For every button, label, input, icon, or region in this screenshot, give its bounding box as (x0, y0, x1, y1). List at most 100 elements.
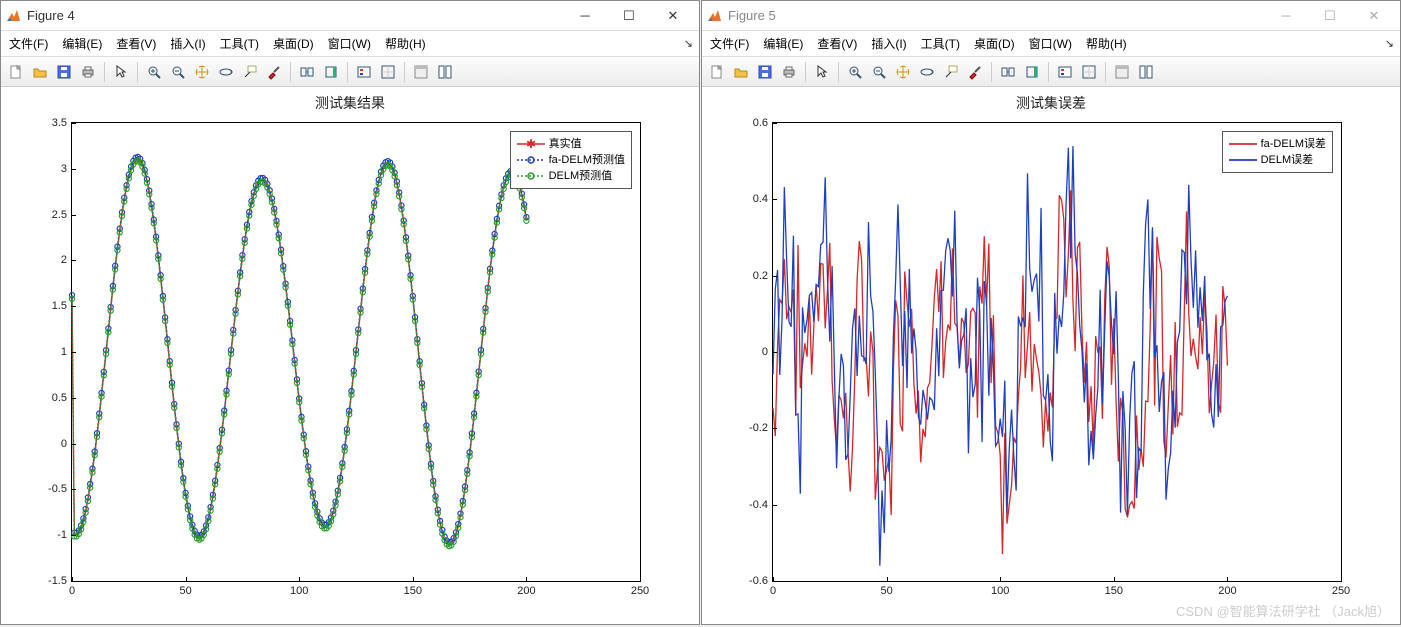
zoom-in-icon[interactable] (844, 61, 866, 83)
menu-item[interactable]: 编辑(E) (763, 35, 803, 52)
pan-icon[interactable] (892, 61, 914, 83)
save-icon[interactable] (53, 61, 75, 83)
toolbar-separator (1048, 62, 1049, 82)
colorbar-icon[interactable] (320, 61, 342, 83)
legend-label: 真实值 (549, 136, 582, 152)
brush-icon[interactable] (964, 61, 986, 83)
y-tick-label: -0.5 (48, 483, 72, 495)
toolbar-separator (1105, 62, 1106, 82)
menu-item[interactable]: 帮助(H) (385, 35, 426, 52)
print-icon[interactable] (778, 61, 800, 83)
menu-item[interactable]: 编辑(E) (62, 35, 102, 52)
menu-item[interactable]: 窗口(W) (328, 35, 371, 52)
legend-swatch (1229, 154, 1257, 166)
x-tick-label: 0 (770, 581, 776, 597)
x-tick-label: 50 (880, 581, 892, 597)
toolbar-separator (347, 62, 348, 82)
link-axes-icon[interactable] (296, 61, 318, 83)
dock-icon[interactable] (1111, 61, 1133, 83)
x-tick-label: 250 (631, 581, 649, 597)
legend-item[interactable]: fa-DELM预测值 (517, 152, 625, 168)
toolbar-separator (991, 62, 992, 82)
maximize-button[interactable]: ☐ (607, 2, 651, 30)
x-tick-label: 150 (1105, 581, 1123, 597)
y-tick-label: 0.4 (753, 193, 773, 205)
zoom-in-icon[interactable] (143, 61, 165, 83)
minimize-button[interactable]: ─ (1264, 2, 1308, 30)
pointer-icon[interactable] (811, 61, 833, 83)
x-tick-label: 0 (69, 581, 75, 597)
x-tick-label: 200 (1218, 581, 1236, 597)
menu-item[interactable]: 桌面(D) (974, 35, 1015, 52)
insert-legend-icon[interactable] (1054, 61, 1076, 83)
menu-item[interactable]: 文件(F) (710, 35, 749, 52)
menu-item[interactable]: 工具(T) (220, 35, 259, 52)
minimize-button[interactable]: ─ (563, 2, 607, 30)
open-folder-icon[interactable] (29, 61, 51, 83)
x-tick-label: 150 (404, 581, 422, 597)
open-folder-icon[interactable] (730, 61, 752, 83)
rotate-3d-icon[interactable] (215, 61, 237, 83)
menu-item[interactable]: 查看(V) (817, 35, 857, 52)
menu-item[interactable]: 插入(I) (170, 35, 205, 52)
menu-item[interactable]: 查看(V) (116, 35, 156, 52)
insert-legend-icon[interactable] (353, 61, 375, 83)
toggle-grid-icon[interactable] (1078, 61, 1100, 83)
new-file-icon[interactable] (5, 61, 27, 83)
menu-item[interactable]: 帮助(H) (1086, 35, 1127, 52)
figure-window-4: Figure 4 ─ ☐ ✕ 文件(F) 编辑(E) 查看(V) 插入(I) 工具(T)… (0, 0, 700, 625)
title-bar[interactable]: Figure 4 ─ ☐ ✕ (1, 1, 699, 31)
axes[interactable]: fa-DELM误差DELM误差 -0.6-0.4-0.200.20.40.605… (772, 122, 1342, 582)
axes[interactable]: ✱真实值fa-DELM预测值DELM预测值 -1.5-1-0.500.511.5… (71, 122, 641, 582)
window-buttons: ─ ☐ ✕ (563, 2, 695, 30)
rotate-3d-icon[interactable] (916, 61, 938, 83)
pointer-icon[interactable] (110, 61, 132, 83)
y-tick-label: 0.6 (753, 117, 773, 129)
menu-item[interactable]: 工具(T) (921, 35, 960, 52)
menu-item[interactable]: 窗口(W) (1029, 35, 1072, 52)
menu-item[interactable]: 文件(F) (9, 35, 48, 52)
zoom-out-icon[interactable] (868, 61, 890, 83)
legend-item[interactable]: ✱真实值 (517, 136, 625, 152)
toolbar-separator (104, 62, 105, 82)
legend[interactable]: ✱真实值fa-DELM预测值DELM预测值 (510, 131, 632, 189)
print-icon[interactable] (77, 61, 99, 83)
legend-item[interactable]: DELM预测值 (517, 168, 625, 184)
dock-icon[interactable] (410, 61, 432, 83)
legend-item[interactable]: DELM误差 (1229, 152, 1326, 168)
link-axes-icon[interactable] (997, 61, 1019, 83)
title-bar[interactable]: Figure 5 ─ ☐ ✕ (702, 1, 1400, 31)
window-title: Figure 5 (728, 8, 1264, 23)
data-cursor-icon[interactable] (239, 61, 261, 83)
legend-label: DELM预测值 (549, 168, 613, 184)
data-cursor-icon[interactable] (940, 61, 962, 83)
colorbar-icon[interactable] (1021, 61, 1043, 83)
y-tick-label: -0.4 (749, 499, 773, 511)
zoom-out-icon[interactable] (167, 61, 189, 83)
close-button[interactable]: ✕ (651, 2, 695, 30)
y-tick-label: -0.2 (749, 422, 773, 434)
menu-item[interactable]: 桌面(D) (273, 35, 314, 52)
toolbar (1, 57, 699, 87)
legend[interactable]: fa-DELM误差DELM误差 (1222, 131, 1333, 173)
toolbar-separator (838, 62, 839, 82)
y-tick-label: 1.5 (52, 300, 72, 312)
menu-overflow-icon[interactable]: ↘ (684, 37, 693, 50)
brush-icon[interactable] (263, 61, 285, 83)
maximize-button[interactable]: ☐ (1308, 2, 1352, 30)
toolbar (702, 57, 1400, 87)
pan-icon[interactable] (191, 61, 213, 83)
close-button[interactable]: ✕ (1352, 2, 1396, 30)
figure-window-5: Figure 5 ─ ☐ ✕ 文件(F) 编辑(E) 查看(V) 插入(I) 工具(T)… (701, 0, 1401, 625)
legend-item[interactable]: fa-DELM误差 (1229, 136, 1326, 152)
window-buttons: ─ ☐ ✕ (1264, 2, 1396, 30)
layout-icon[interactable] (1135, 61, 1157, 83)
plot-title: 测试集结果 (1, 87, 699, 113)
layout-icon[interactable] (434, 61, 456, 83)
menu-overflow-icon[interactable]: ↘ (1385, 37, 1394, 50)
new-file-icon[interactable] (706, 61, 728, 83)
menu-item[interactable]: 插入(I) (871, 35, 906, 52)
legend-label: fa-DELM误差 (1261, 136, 1326, 152)
save-icon[interactable] (754, 61, 776, 83)
toggle-grid-icon[interactable] (377, 61, 399, 83)
